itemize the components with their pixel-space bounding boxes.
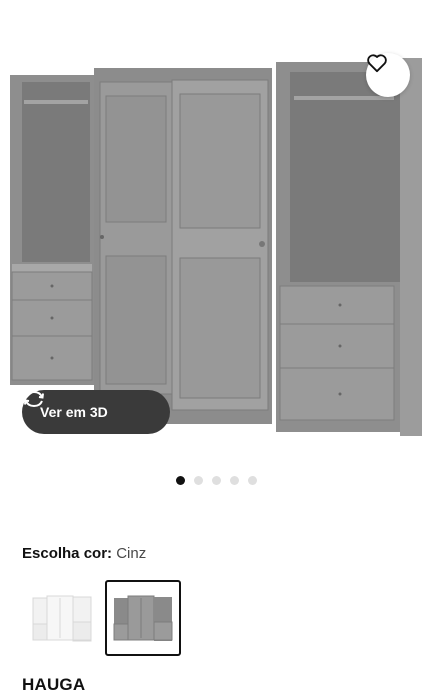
color-selection-label: Escolha cor: Cinz bbox=[22, 545, 146, 562]
white-wardrobe-thumbnail bbox=[32, 595, 92, 642]
pagination-dot[interactable] bbox=[229, 476, 239, 485]
gallery-pagination bbox=[0, 476, 432, 485]
color-label: Escolha cor: bbox=[22, 545, 113, 562]
rotate-arrows-icon bbox=[24, 390, 44, 408]
view-3d-button[interactable]: Ver em 3D bbox=[22, 390, 170, 434]
selected-color-value: Cinz bbox=[116, 545, 147, 562]
pagination-dot-active[interactable] bbox=[175, 476, 185, 485]
pagination-dot[interactable] bbox=[193, 476, 203, 485]
color-swatch-grey[interactable] bbox=[105, 580, 181, 656]
view-3d-label: Ver em 3D bbox=[40, 404, 108, 420]
color-swatch-white[interactable] bbox=[24, 580, 100, 656]
favorite-button[interactable] bbox=[366, 53, 410, 97]
heart-outline-icon bbox=[367, 54, 387, 73]
product-image-gallery[interactable]: Ver em 3D bbox=[0, 0, 432, 460]
pagination-dot[interactable] bbox=[211, 476, 221, 485]
product-name: HAUGA bbox=[22, 675, 86, 694]
pagination-dot[interactable] bbox=[247, 476, 257, 485]
grey-wardrobe-thumbnail bbox=[113, 595, 173, 641]
